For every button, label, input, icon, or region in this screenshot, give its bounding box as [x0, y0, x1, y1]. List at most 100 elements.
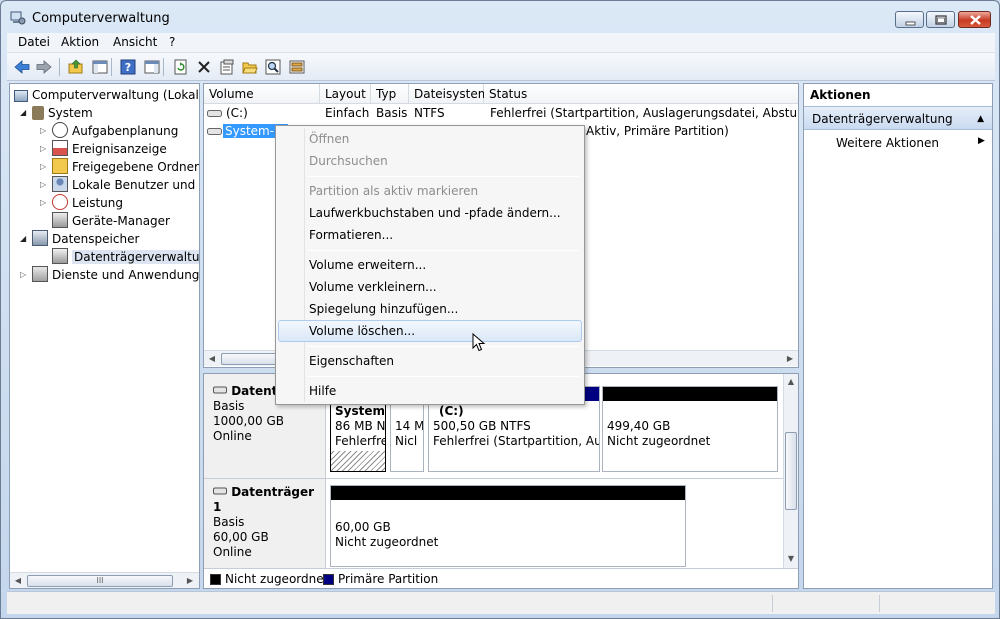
menu-item-delete-volume[interactable]: Volume löschen...: [278, 320, 582, 342]
cell-filesystem: NTFS: [414, 106, 445, 120]
show-hide-tree-button[interactable]: [89, 56, 111, 78]
scroll-left-icon[interactable]: ◀: [205, 352, 219, 366]
users-icon: [52, 176, 68, 192]
col-layout[interactable]: Layout: [320, 84, 371, 104]
menu-item-extend-volume[interactable]: Volume erweitern...: [278, 254, 582, 276]
tree-hscrollbar[interactable]: ◀ III ▶: [10, 572, 199, 588]
col-status[interactable]: Status: [484, 84, 798, 104]
close-icon: [970, 15, 981, 25]
collapse-up-icon[interactable]: ▲: [977, 107, 984, 131]
scroll-down-icon[interactable]: ▼: [784, 552, 798, 566]
more-actions-item[interactable]: Weitere Aktionen: [836, 134, 939, 152]
expand-icon[interactable]: ▷: [40, 126, 46, 135]
tree-performance-label: Leistung: [72, 196, 123, 210]
disk-1-info[interactable]: Datenträger 1 Basis 60,00 GB Online: [204, 479, 326, 571]
tree-storage-label: Datenspeicher: [52, 232, 140, 246]
scroll-left-icon[interactable]: ◀: [11, 574, 25, 588]
computer-management-icon: [14, 90, 28, 102]
tree-scroll-thumb[interactable]: III: [27, 575, 173, 587]
partition-disk1-unallocated[interactable]: 60,00 GB Nicht zugeordnet: [330, 485, 686, 567]
forward-button[interactable]: [33, 56, 55, 78]
properties-button[interactable]: [216, 56, 238, 78]
scroll-right-icon[interactable]: ▶: [183, 574, 197, 588]
disk-0-size: 1000,00 GB: [213, 414, 284, 428]
disk-graphical-view: Datenträ Basis 1000,00 GB Online System-…: [203, 373, 799, 589]
services-icon: [32, 266, 48, 282]
menu-item-properties[interactable]: Eigenschaften: [278, 350, 582, 372]
volume-drive-icon: [207, 110, 222, 117]
actions-section-disk-management[interactable]: Datenträgerverwaltung ▲: [804, 106, 992, 130]
partition-size: 500,50 GB NTFS: [433, 419, 531, 433]
open-button[interactable]: [239, 56, 261, 78]
expand-icon[interactable]: ▷: [40, 198, 46, 207]
tree-device-manager[interactable]: Geräte-Manager: [52, 212, 170, 230]
disk-1-type: Basis: [213, 515, 245, 529]
disk-vscrollbar[interactable]: ▲ ▼: [783, 374, 798, 568]
storage-icon: [32, 230, 48, 246]
computer-management-icon: [10, 11, 26, 25]
tree-system[interactable]: System: [32, 104, 93, 122]
disk-scroll-thumb[interactable]: [785, 432, 797, 510]
mouse-cursor-icon: [472, 333, 486, 352]
tree-disk-management[interactable]: Datenträgerverwaltung: [52, 248, 199, 266]
menu-item-change-drive-letter[interactable]: Laufwerkbuchstaben und -pfade ändern...: [278, 202, 582, 224]
partition-status: Fehlerfrei (Startpartition, Ausla: [433, 434, 599, 448]
disk-1-size: 60,00 GB: [213, 530, 269, 544]
menu-action[interactable]: Aktion: [61, 35, 99, 49]
close-button[interactable]: [958, 11, 991, 28]
minimize-icon: [905, 21, 916, 26]
tree-local-users[interactable]: Lokale Benutzer und Gr: [52, 176, 199, 194]
volume-scroll-thumb[interactable]: [221, 353, 281, 365]
app-window: Computerverwaltung Datei Aktion Ansicht …: [0, 0, 1000, 619]
help-button[interactable]: ?: [117, 56, 139, 78]
expand-icon[interactable]: ▷: [40, 180, 46, 189]
maximize-button[interactable]: [926, 11, 955, 28]
disk-settings-button[interactable]: [286, 56, 308, 78]
menu-item-format[interactable]: Formatieren...: [278, 224, 582, 246]
expand-icon[interactable]: ▷: [40, 144, 46, 153]
menu-item-help[interactable]: Hilfe: [278, 380, 582, 402]
title-bar[interactable]: Computerverwaltung: [1, 1, 1000, 33]
menu-view[interactable]: Ansicht: [113, 35, 157, 49]
disk-icon: [213, 487, 227, 495]
menu-item-mark-active[interactable]: Partition als aktiv markieren: [278, 180, 582, 202]
tree-root[interactable]: Computerverwaltung (Lokal): [14, 86, 199, 104]
context-menu: Öffnen Durchsuchen Partition als aktiv m…: [275, 125, 585, 405]
col-filesystem[interactable]: Dateisystem: [409, 84, 489, 104]
menu-help[interactable]: ?: [169, 35, 175, 49]
console-tree-icon: [92, 60, 108, 74]
legend-primary-label: Primäre Partition: [338, 572, 439, 586]
up-folder-button[interactable]: [65, 56, 87, 78]
menu-item-open[interactable]: Öffnen: [278, 128, 582, 150]
back-button[interactable]: [11, 56, 33, 78]
show-action-pane-button[interactable]: [141, 56, 163, 78]
collapse-system-icon[interactable]: ◢: [20, 108, 26, 117]
tree-services-apps[interactable]: Dienste und Anwendungen: [32, 266, 199, 284]
menu-item-explore[interactable]: Durchsuchen: [278, 150, 582, 172]
scroll-right-icon[interactable]: ▶: [783, 352, 797, 366]
search-button[interactable]: [262, 56, 284, 78]
delete-button[interactable]: [193, 56, 215, 78]
legend-unallocated-swatch: [210, 574, 221, 585]
tree-performance[interactable]: Leistung: [52, 194, 123, 212]
menu-item-add-mirror[interactable]: Spiegelung hinzufügen...: [278, 298, 582, 320]
legend-unallocated-label: Nicht zugeordnet: [225, 572, 329, 586]
col-volume[interactable]: Volume: [204, 84, 320, 104]
partition-size: 499,40 GB: [607, 419, 671, 433]
tree-shared-folders[interactable]: Freigegebene Ordner: [52, 158, 199, 176]
expand-icon[interactable]: ▷: [20, 270, 26, 279]
col-type[interactable]: Typ: [371, 84, 409, 104]
tree-event-viewer[interactable]: Ereignisanzeige: [52, 140, 167, 158]
partition-unallocated-large[interactable]: 499,40 GB Nicht zugeordnet: [602, 386, 778, 472]
scroll-up-icon[interactable]: ▲: [784, 375, 798, 389]
menu-file[interactable]: Datei: [18, 35, 50, 49]
menu-item-shrink-volume[interactable]: Volume verkleinern...: [278, 276, 582, 298]
cell-type: Basis: [376, 106, 408, 120]
minimize-button[interactable]: [895, 11, 924, 28]
tree-storage[interactable]: Datenspeicher: [32, 230, 139, 248]
tree-task-scheduler[interactable]: Aufgabenplanung: [52, 122, 178, 140]
collapse-storage-icon[interactable]: ◢: [20, 234, 26, 243]
disk-1-title: Datenträger 1: [213, 485, 315, 514]
refresh-button[interactable]: [170, 56, 192, 78]
expand-icon[interactable]: ▷: [40, 162, 46, 171]
